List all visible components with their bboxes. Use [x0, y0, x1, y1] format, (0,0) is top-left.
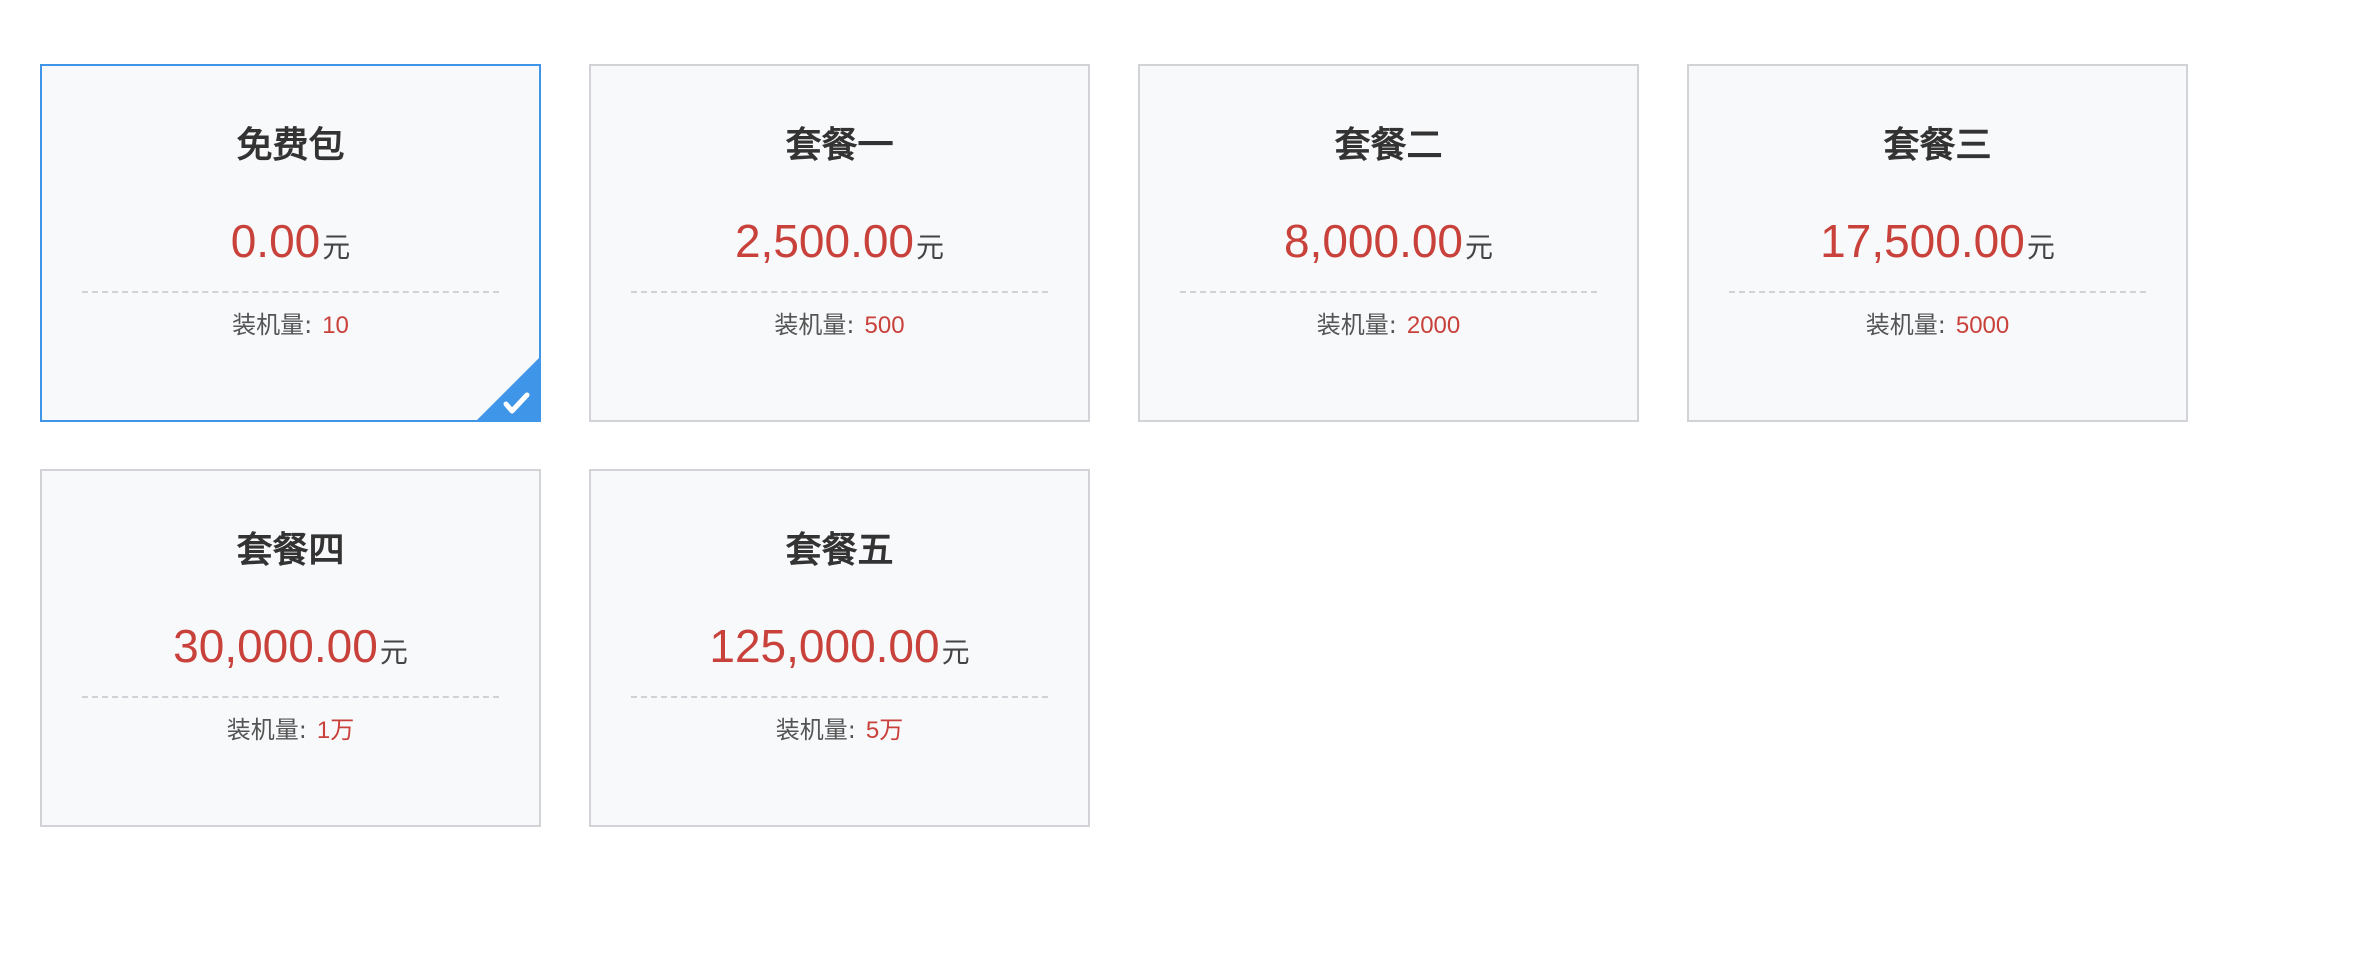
- install-value: 2000: [1406, 312, 1461, 339]
- install-label: 装机量:: [226, 716, 307, 744]
- price-unit: 元: [322, 231, 351, 264]
- price-unit: 元: [1465, 231, 1494, 264]
- price-amount: 30,000.00: [173, 620, 378, 672]
- package-grid: 免费包 0.00元 装机量: 10 套餐一 2,500.00元 装机量: 500 套…: [40, 64, 2290, 827]
- package-title: 套餐五: [785, 530, 894, 571]
- install-value: 10: [322, 312, 349, 339]
- install-label: 装机量:: [775, 716, 856, 744]
- package-price: 30,000.00元: [42, 623, 539, 669]
- divider: [631, 696, 1048, 698]
- install-label: 装机量:: [232, 311, 313, 339]
- package-card-2[interactable]: 套餐二 8,000.00元 装机量: 2000: [1138, 64, 1639, 422]
- package-card-free[interactable]: 免费包 0.00元 装机量: 10: [40, 64, 541, 422]
- install-value: 1万: [316, 717, 355, 744]
- install-label: 装机量:: [1865, 311, 1946, 339]
- package-card-5[interactable]: 套餐五 125,000.00元 装机量: 5万: [589, 469, 1090, 827]
- package-price: 0.00元: [42, 218, 539, 264]
- price-unit: 元: [941, 636, 970, 669]
- check-icon: [477, 358, 539, 420]
- install-count: 装机量: 1万: [42, 716, 539, 746]
- install-label: 装机量:: [774, 311, 855, 339]
- install-value: 5万: [865, 717, 904, 744]
- package-price: 125,000.00元: [591, 623, 1088, 669]
- price-amount: 125,000.00: [709, 620, 940, 672]
- package-card-1[interactable]: 套餐一 2,500.00元 装机量: 500: [589, 64, 1090, 422]
- price-amount: 2,500.00: [734, 215, 915, 267]
- install-label: 装机量:: [1316, 311, 1397, 339]
- package-title: 套餐四: [236, 530, 345, 571]
- price-unit: 元: [379, 636, 408, 669]
- price-unit: 元: [2026, 231, 2055, 264]
- package-title: 免费包: [236, 125, 345, 166]
- install-value: 500: [864, 312, 905, 339]
- divider: [1180, 291, 1597, 293]
- install-count: 装机量: 5000: [1689, 311, 2186, 341]
- install-count: 装机量: 5万: [591, 716, 1088, 746]
- package-price: 8,000.00元: [1140, 218, 1637, 264]
- price-amount: 8,000.00: [1283, 215, 1464, 267]
- price-amount: 17,500.00: [1820, 215, 2025, 267]
- divider: [82, 696, 499, 698]
- price-amount: 0.00: [230, 215, 321, 267]
- package-title: 套餐三: [1883, 125, 1992, 166]
- divider: [82, 291, 499, 293]
- price-unit: 元: [916, 231, 945, 264]
- install-count: 装机量: 2000: [1140, 311, 1637, 341]
- install-count: 装机量: 10: [42, 311, 539, 341]
- package-price: 17,500.00元: [1689, 218, 2186, 264]
- package-card-3[interactable]: 套餐三 17,500.00元 装机量: 5000: [1687, 64, 2188, 422]
- package-title: 套餐一: [785, 125, 894, 166]
- install-value: 5000: [1955, 312, 2010, 339]
- package-price: 2,500.00元: [591, 218, 1088, 264]
- package-card-4[interactable]: 套餐四 30,000.00元 装机量: 1万: [40, 469, 541, 827]
- divider: [631, 291, 1048, 293]
- install-count: 装机量: 500: [591, 311, 1088, 341]
- divider: [1729, 291, 2146, 293]
- package-title: 套餐二: [1334, 125, 1443, 166]
